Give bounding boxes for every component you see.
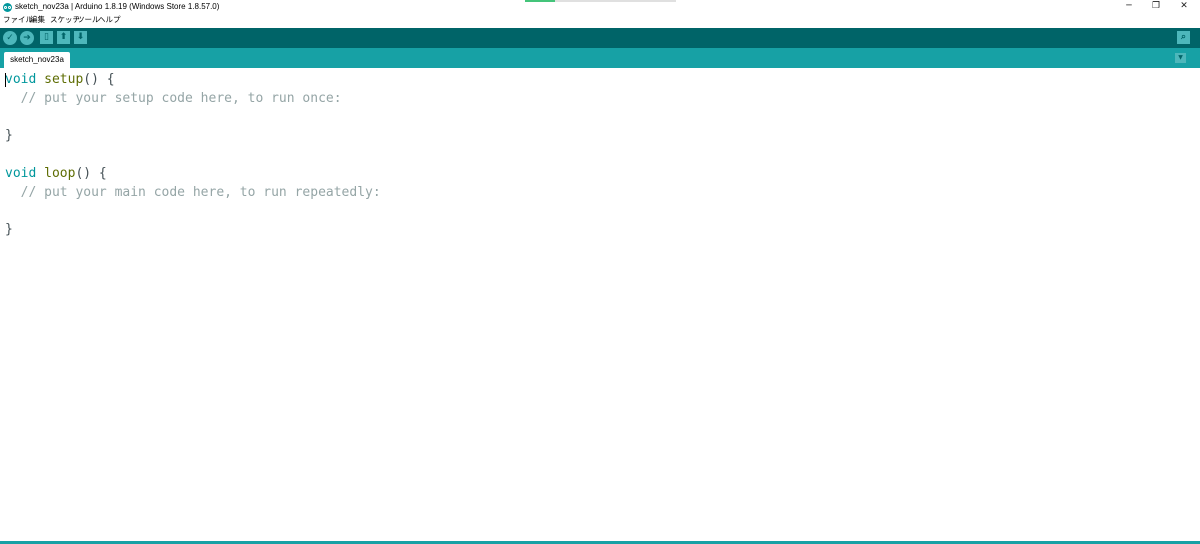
code-line: // put your setup code here, to run once… <box>5 89 342 108</box>
close-button[interactable]: ✕ <box>1171 0 1197 14</box>
new-file-icon: ▯ <box>44 32 49 42</box>
new-sketch-button[interactable]: ▯ <box>40 31 53 44</box>
code-line: } <box>5 126 13 145</box>
code-line: void loop() { <box>5 164 107 183</box>
tab-sketch[interactable]: sketch_nov23a <box>4 52 70 68</box>
code-text: } <box>5 128 13 144</box>
verify-button[interactable]: ✓ <box>3 31 17 45</box>
code-editor[interactable]: void setup() { // put your setup code he… <box>0 68 1200 541</box>
window-title: sketch_nov23a | Arduino 1.8.19 (Windows … <box>15 2 220 11</box>
menu-help[interactable]: ヘルプ <box>98 15 121 25</box>
code-keyword: setup <box>44 72 84 87</box>
tab-menu-button[interactable]: ▼ <box>1175 53 1186 63</box>
menu-file[interactable]: ファイル <box>3 15 33 25</box>
arduino-ide-window: sketch_nov23a | Arduino 1.8.19 (Windows … <box>0 0 1200 544</box>
menu-bar: ファイル 編集 スケッチ ツール ヘルプ <box>0 14 1200 27</box>
code-text: } <box>5 222 13 238</box>
minimize-button[interactable]: ─ <box>1116 0 1142 14</box>
code-comment: // put your setup code here, to run once… <box>5 90 342 106</box>
code-comment: // put your main code here, to run repea… <box>5 184 381 200</box>
upload-button[interactable]: ➔ <box>20 31 34 45</box>
code-keyword: void <box>5 72 37 87</box>
menu-tools[interactable]: ツール <box>77 15 100 25</box>
menu-edit[interactable]: 編集 <box>30 15 45 25</box>
open-sketch-button[interactable]: ⬆ <box>57 31 70 44</box>
text-cursor <box>5 73 6 87</box>
arrow-right-icon: ➔ <box>23 33 31 43</box>
checkmark-icon: ✓ <box>6 33 14 43</box>
toolbar: ✓ ➔ ▯ ⬆ ⬇ ⌕ <box>0 28 1200 48</box>
chevron-down-icon: ▼ <box>1178 54 1183 61</box>
code-text: () { <box>75 166 107 181</box>
restore-button[interactable]: ❐ <box>1143 0 1169 14</box>
title-progress-bar <box>525 0 676 2</box>
tab-label: sketch_nov23a <box>10 55 64 64</box>
arduino-logo-icon <box>3 3 12 12</box>
save-sketch-button[interactable]: ⬇ <box>74 31 87 44</box>
code-line: // put your main code here, to run repea… <box>5 183 381 202</box>
magnifier-icon: ⌕ <box>1180 32 1187 42</box>
code-text: () { <box>83 72 115 87</box>
title-progress-fill <box>525 0 556 2</box>
code-line: } <box>5 220 13 239</box>
code-line: void setup() { <box>5 70 115 89</box>
serial-monitor-button[interactable]: ⌕ <box>1177 31 1190 44</box>
tab-bar: sketch_nov23a ▼ <box>0 48 1200 68</box>
arrow-up-icon: ⬆ <box>59 32 68 42</box>
code-keyword: loop <box>44 166 76 181</box>
arrow-down-icon: ⬇ <box>76 32 85 42</box>
menu-sketch[interactable]: スケッチ <box>50 15 80 25</box>
title-bar: sketch_nov23a | Arduino 1.8.19 (Windows … <box>0 0 1200 14</box>
code-keyword: void <box>5 166 37 181</box>
